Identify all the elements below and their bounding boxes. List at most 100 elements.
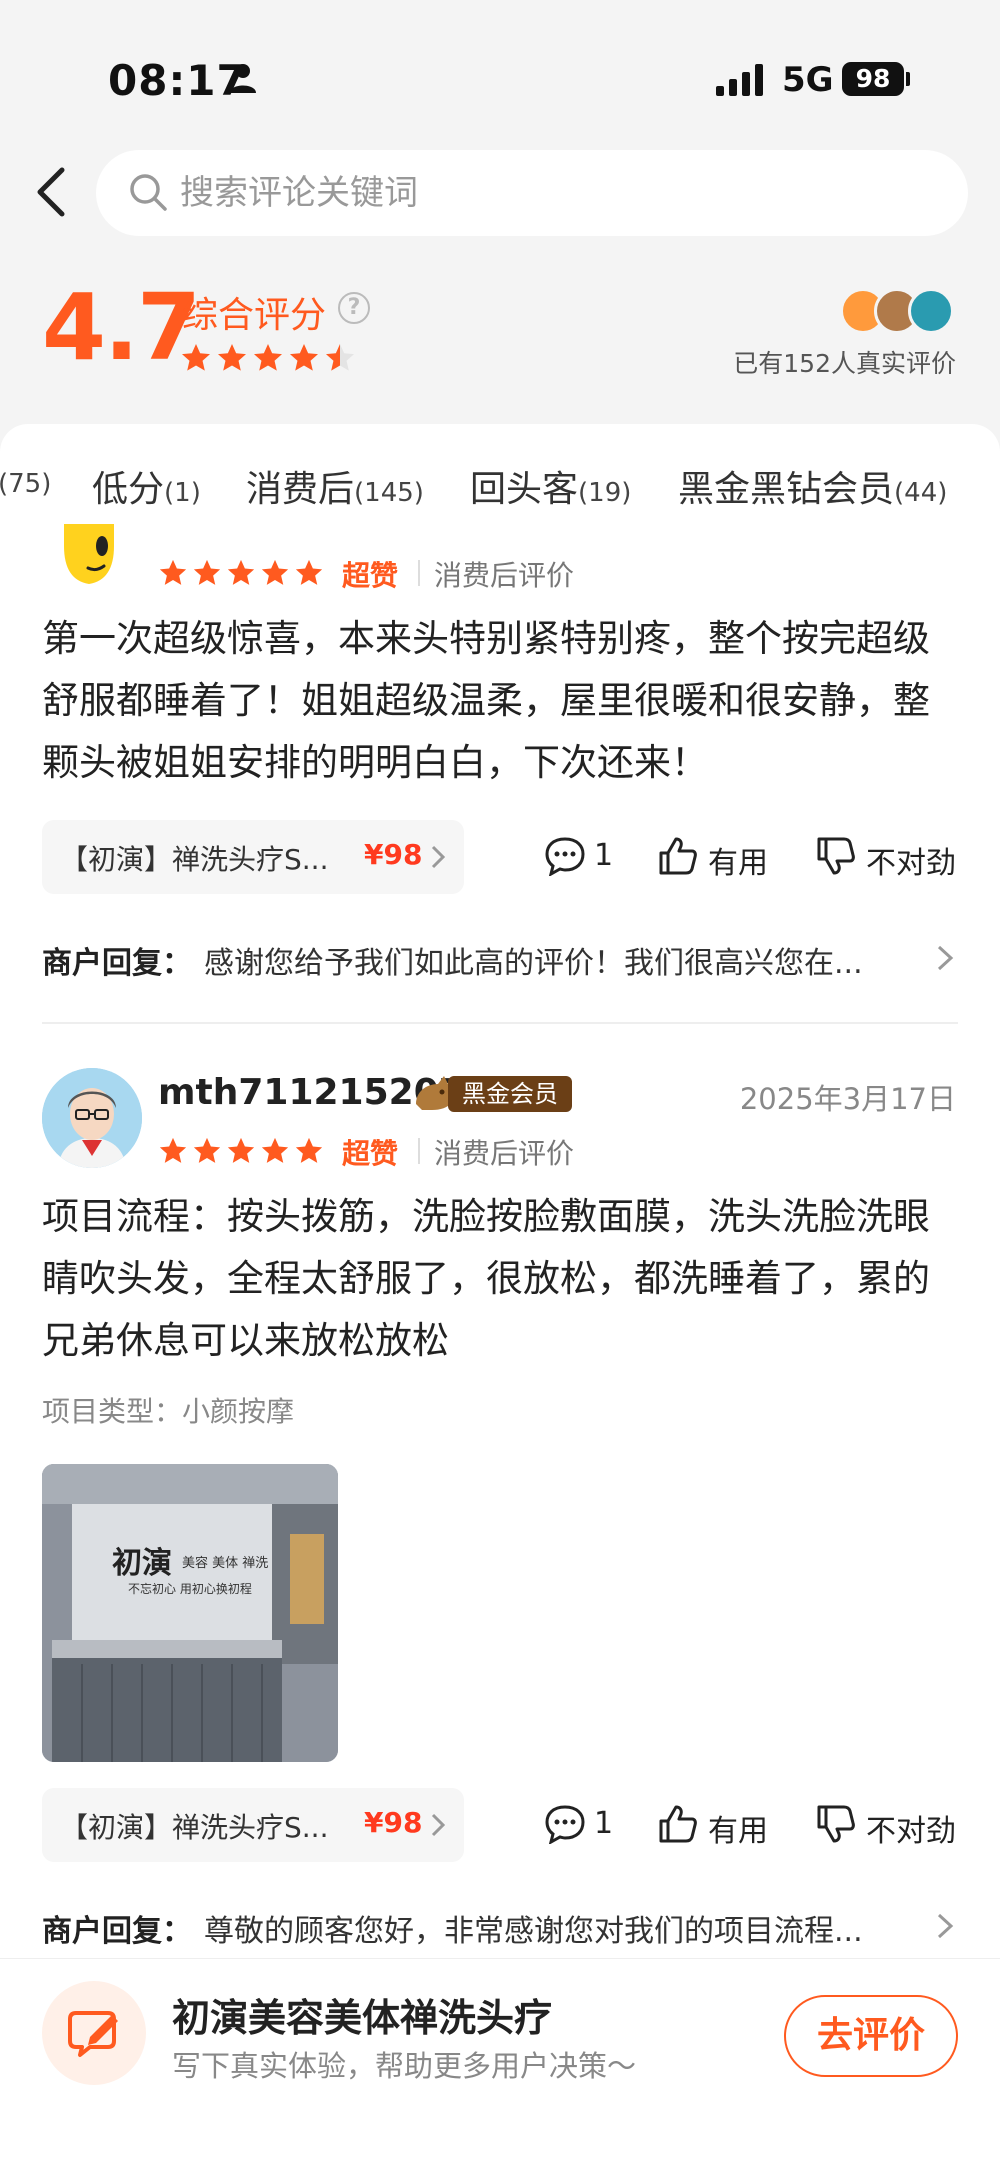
merchant-reply[interactable]: 商户回复： 感谢您给予我们如此高的评价！我们很高兴您在...	[42, 934, 962, 984]
help-icon[interactable]: ?	[338, 292, 370, 324]
divider	[418, 1138, 420, 1164]
star-icon	[227, 559, 255, 585]
tab-black-gold-member[interactable]: 黑金黑钻会员(44)	[678, 460, 947, 512]
comment-button[interactable]: 1	[544, 832, 614, 880]
sign-subtitle: 美容 美体 禅洗	[182, 1556, 269, 1571]
reviewer-avatar	[908, 288, 954, 334]
rating-badge: 超赞	[342, 1137, 399, 1170]
back-arrow-icon[interactable]	[28, 162, 72, 222]
not-right-button[interactable]: 不对劲	[816, 832, 964, 881]
tab-after-purchase[interactable]: 消费后(145)	[246, 460, 424, 512]
not-right-label: 不对劲	[866, 1814, 956, 1849]
review-stars	[158, 558, 324, 590]
star-icon	[290, 344, 318, 371]
filter-tabs: (75) 低分(1) 消费后(145) 回头客(19) 黑金黑钻会员(44)	[0, 424, 1000, 524]
member-tag: 黑金会员	[448, 1076, 572, 1112]
star-icon	[254, 344, 282, 371]
merchant-reply[interactable]: 商户回复： 尊敬的顾客您好，非常感谢您对我们的项目流程...	[42, 1902, 962, 1952]
user-avatar[interactable]	[42, 1068, 142, 1168]
review-date: 2025年3月17日	[739, 1082, 956, 1116]
useful-button[interactable]: 有用	[658, 1800, 768, 1849]
write-review-button[interactable]: 去评价	[784, 1995, 958, 2077]
write-review-icon	[42, 1981, 146, 2085]
search-bar[interactable]	[96, 150, 968, 236]
tab-partial[interactable]: (75)	[0, 460, 51, 501]
useful-label: 有用	[708, 846, 768, 881]
star-icon	[159, 559, 187, 585]
comment-button[interactable]: 1	[544, 1800, 614, 1848]
person-icon	[230, 64, 256, 93]
rating-label: 综合评分	[182, 295, 327, 336]
review-photo[interactable]: 初演 美容 美体 禅洗 不忘初心 用初心换初程	[42, 1464, 338, 1762]
merchant-reply-text: 尊敬的顾客您好，非常感谢您对我们的项目流程...	[204, 1914, 863, 1949]
divider	[418, 560, 420, 586]
sign-motto: 不忘初心 用初心换初程	[128, 1582, 252, 1596]
chevron-right-icon	[431, 845, 446, 869]
thumbs-up-icon	[659, 837, 697, 875]
thumbs-down-icon	[817, 837, 855, 875]
product-price: ¥98	[364, 838, 423, 871]
star-icon	[218, 344, 246, 371]
write-review-bar: 初演美容美体禅洗头疗 写下真实体验，帮助更多用户决策～ 去评价	[0, 1958, 1000, 2174]
thumbs-down-icon	[817, 1805, 855, 1843]
chevron-right-icon	[431, 1813, 446, 1837]
useful-button[interactable]: 有用	[658, 832, 768, 881]
battery-cap	[906, 72, 910, 86]
star-icon	[295, 559, 323, 585]
battery-level: 98	[842, 62, 904, 96]
member-badge: 黑金会员	[412, 1074, 576, 1114]
not-right-button[interactable]: 不对劲	[816, 1800, 964, 1849]
rating-stars	[180, 342, 356, 376]
rating-badge: 超赞	[342, 559, 399, 592]
network-type: 5G	[782, 60, 834, 100]
product-chip[interactable]: 【初演】禅洗头疗S... ¥98	[42, 1788, 464, 1862]
review-text: 第一次超级惊喜，本来头特别紧特别疼，整个按完超级舒服都睡着了！姐姐超级温柔，屋里…	[42, 617, 930, 784]
salon-reception-photo	[42, 1464, 338, 1762]
shop-name: 初演美容美体禅洗头疗	[172, 1996, 553, 2040]
search-input[interactable]	[180, 150, 940, 236]
merchant-reply-label: 商户回复：	[42, 946, 192, 981]
star-icon	[295, 1137, 323, 1163]
reviewer-avatars	[840, 288, 960, 334]
review-separator	[42, 1022, 958, 1024]
review-text: 项目流程：按头拨筋，洗脸按脸敷面膜，洗头洗脸洗眼睛吹头发，全程太舒服了，很放松，…	[42, 1195, 930, 1362]
search-icon	[130, 174, 167, 211]
star-icon	[182, 344, 210, 371]
reviewer-avatar[interactable]	[44, 524, 134, 590]
thumbs-up-icon	[659, 1805, 697, 1843]
product-name: 【初演】禅洗头疗S...	[60, 843, 329, 876]
star-icon	[193, 1137, 221, 1163]
review-type: 消费后评价	[434, 559, 575, 592]
comment-count: 1	[594, 838, 614, 873]
star-icon	[227, 1137, 255, 1163]
reviewer-count: 已有152人真实评价	[733, 349, 956, 378]
product-price: ¥98	[364, 1806, 423, 1839]
review-stars	[158, 1136, 324, 1168]
star-icon	[261, 1137, 289, 1163]
tab-low-score[interactable]: 低分(1)	[92, 460, 201, 512]
comment-icon	[545, 837, 585, 876]
product-chip[interactable]: 【初演】禅洗头疗S... ¥98	[42, 820, 464, 894]
useful-label: 有用	[708, 1814, 768, 1849]
product-name: 【初演】禅洗头疗S...	[60, 1811, 329, 1844]
cellular-signal-icon	[716, 64, 763, 96]
tab-returning-customer[interactable]: 回头客(19)	[470, 460, 631, 512]
half-star-icon	[326, 344, 354, 371]
merchant-reply-label: 商户回复：	[42, 1914, 192, 1949]
not-right-label: 不对劲	[866, 846, 956, 881]
status-time: 08:17	[108, 56, 247, 105]
status-bar: 08:17 5G 98	[0, 50, 1000, 110]
project-type: 项目类型：小颜按摩	[42, 1395, 295, 1428]
review-type: 消费后评价	[434, 1137, 575, 1170]
comment-count: 1	[594, 1806, 614, 1841]
star-icon	[159, 1137, 187, 1163]
avatar-illustration	[42, 1068, 142, 1168]
overall-score: 4.7	[42, 274, 201, 381]
sign-brand: 初演	[112, 1546, 172, 1581]
write-review-hint: 写下真实体验，帮助更多用户决策～	[172, 2049, 637, 2083]
chevron-right-icon	[937, 1913, 954, 1939]
chevron-right-icon	[937, 945, 954, 971]
star-icon	[261, 559, 289, 585]
comment-icon	[545, 1805, 585, 1844]
merchant-reply-text: 感谢您给予我们如此高的评价！我们很高兴您在...	[204, 946, 863, 981]
